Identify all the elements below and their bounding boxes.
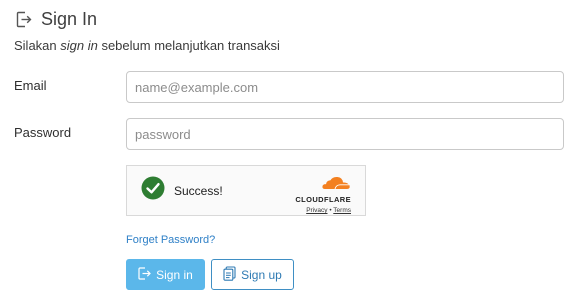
password-field[interactable] — [126, 118, 564, 150]
subtitle-text-end: sebelum melanjutkan transaksi — [97, 38, 280, 53]
sign-up-button[interactable]: Sign up — [211, 259, 294, 290]
sign-in-icon — [16, 11, 32, 28]
cloudflare-branding: CLOUDFLARE Privacy • Terms — [295, 176, 351, 214]
sign-up-button-label: Sign up — [241, 267, 282, 282]
forget-password-link[interactable]: Forget Password? — [126, 234, 215, 246]
captcha-links: Privacy • Terms — [306, 207, 351, 214]
cloudflare-wordmark: CLOUDFLARE — [295, 195, 351, 204]
email-label: Email — [14, 78, 47, 93]
clipboard-icon — [223, 265, 241, 284]
terms-link[interactable]: Terms — [333, 207, 351, 214]
page-title: Sign In — [41, 9, 98, 29]
captcha-widget[interactable]: Success! CLOUDFLARE Privacy • Terms — [126, 165, 366, 216]
link-separator: • — [329, 207, 332, 214]
page-header: Sign In — [16, 9, 97, 30]
privacy-link[interactable]: Privacy — [306, 207, 327, 214]
email-field[interactable] — [126, 71, 564, 103]
subtitle-text-start: Silakan — [14, 38, 61, 53]
sign-in-button[interactable]: Sign in — [126, 259, 205, 290]
check-circle-icon — [141, 176, 165, 205]
captcha-status: Success! — [174, 183, 223, 198]
sign-in-icon — [138, 266, 156, 283]
cloudflare-cloud-icon — [321, 176, 351, 195]
page-subtitle: Silakan sign in sebelum melanjutkan tran… — [14, 38, 280, 53]
password-label: Password — [14, 125, 72, 140]
subtitle-emphasis: sign in — [60, 38, 98, 53]
sign-in-button-label: Sign in — [156, 267, 193, 282]
